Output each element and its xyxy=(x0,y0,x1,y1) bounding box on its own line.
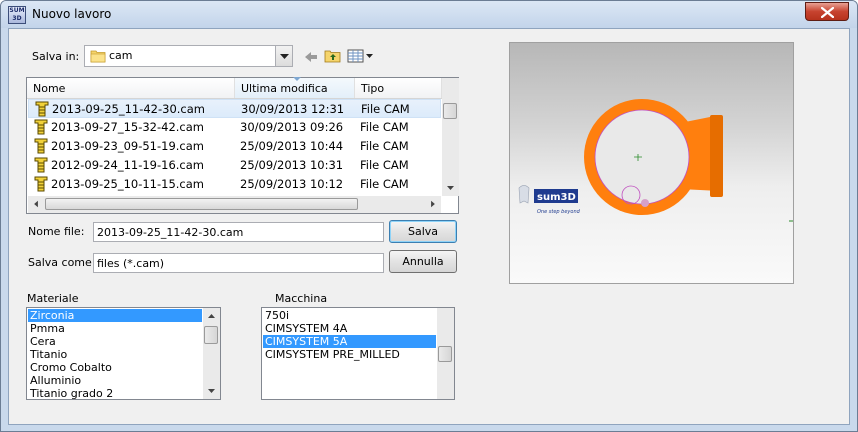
macchina-scrollbar[interactable] xyxy=(437,308,454,399)
materiale-item[interactable]: Cromo Cobalto xyxy=(28,361,202,374)
save-button[interactable]: Salva xyxy=(389,220,457,243)
cam-file-icon xyxy=(35,101,49,117)
file-row[interactable]: 2012-09-24_11-19-16.cam 25/09/2013 10:31… xyxy=(28,156,441,175)
horizontal-scrollbar-thumb[interactable] xyxy=(45,198,358,210)
dialog-window: SUM 3D Nuovo lavoro Salva in: cam Nome U… xyxy=(0,0,858,432)
column-header-nome[interactable]: Nome xyxy=(27,78,235,98)
view-menu-icon[interactable] xyxy=(347,47,375,65)
app-icon-text: SUM 3D xyxy=(9,7,25,22)
save-as-label: Salva come: xyxy=(28,256,96,269)
folder-up-icon[interactable] xyxy=(324,47,342,65)
save-in-value: cam xyxy=(109,49,133,62)
materiale-label: Materiale xyxy=(27,292,79,305)
column-header-ultima-modifica[interactable]: Ultima modifica xyxy=(235,77,355,98)
scroll-down-arrow-icon[interactable] xyxy=(442,180,459,196)
file-modified-cell: 25/09/2013 10:44 xyxy=(240,139,344,153)
sort-arrow-icon xyxy=(293,77,301,81)
file-name-label: Nome file: xyxy=(28,225,85,238)
scroll-up-arrow-icon[interactable] xyxy=(203,308,220,324)
file-modified-cell: 25/09/2013 10:31 xyxy=(240,158,344,172)
sum3d-logo: sum3D One step beyond xyxy=(518,185,581,215)
cam-file-icon xyxy=(34,176,48,192)
materiale-item[interactable]: Zirconia xyxy=(28,309,202,322)
column-header-tipo[interactable]: Tipo xyxy=(355,78,442,98)
model-preview: sum3D One step beyond xyxy=(509,42,794,284)
file-modified-cell: 30/09/2013 12:31 xyxy=(241,102,345,116)
scrollbar-thumb[interactable] xyxy=(438,346,452,362)
folder-icon xyxy=(90,50,106,63)
scroll-down-arrow-icon[interactable] xyxy=(203,383,220,399)
file-type-cell: File CAM xyxy=(360,139,409,153)
macchina-label: Macchina xyxy=(275,292,328,305)
macchina-item[interactable]: CIMSYSTEM PRE_MILLED xyxy=(263,348,436,361)
materiale-item[interactable]: Titanio xyxy=(28,348,202,361)
chevron-down-icon xyxy=(280,54,289,59)
file-list-vertical-scrollbar[interactable] xyxy=(442,78,459,196)
macchina-listbox[interactable]: 750i CIMSYSTEM 4A CIMSYSTEM 5A CIMSYSTEM… xyxy=(261,307,455,400)
scroll-right-arrow-icon[interactable] xyxy=(424,196,441,212)
file-row[interactable]: 2013-09-27_15-32-42.cam 30/09/2013 09:26… xyxy=(28,118,441,137)
part-3d-render: sum3D One step beyond xyxy=(518,99,793,222)
file-name-input[interactable]: 2013-09-25_11-42-30.cam xyxy=(93,222,384,242)
materiale-listbox[interactable]: Zirconia Pmma Cera Titanio Cromo Cobalto… xyxy=(26,307,221,400)
save-in-label: Salva in: xyxy=(32,50,80,63)
file-name-cell: 2013-09-27_15-32-42.cam xyxy=(51,120,205,134)
scrollbar-thumb[interactable] xyxy=(443,103,457,119)
file-list-header: Nome Ultima modifica Tipo xyxy=(27,77,442,99)
preview-logo-text: sum3D xyxy=(537,192,576,203)
cam-file-icon xyxy=(34,119,48,135)
file-list-horizontal-scrollbar[interactable] xyxy=(28,196,441,213)
file-type-cell: File CAM xyxy=(360,177,409,191)
back-arrow-icon[interactable] xyxy=(302,48,320,66)
save-in-combo[interactable]: cam xyxy=(84,45,293,67)
save-in-dropdown-button[interactable] xyxy=(275,46,292,66)
materiale-item[interactable]: Pmma xyxy=(28,322,202,335)
orange-part-shape xyxy=(584,99,793,222)
file-row[interactable]: 2013-09-25_10-11-15.cam 25/09/2013 10:12… xyxy=(28,175,441,194)
cancel-button[interactable]: Annulla xyxy=(389,250,457,273)
macchina-item[interactable]: CIMSYSTEM 4A xyxy=(263,322,436,335)
file-type-cell: File CAM xyxy=(360,120,409,134)
file-type-cell: File CAM xyxy=(360,158,409,172)
column-header-ultima-modifica-label: Ultima modifica xyxy=(241,82,328,95)
close-button[interactable] xyxy=(805,2,849,21)
materiale-item[interactable]: Cera xyxy=(28,335,202,348)
cam-file-icon xyxy=(34,157,48,173)
save-as-input[interactable]: files (*.cam) xyxy=(93,253,384,273)
materiale-scrollbar[interactable] xyxy=(203,308,220,399)
file-name-cell: 2013-09-25_10-11-15.cam xyxy=(51,177,205,191)
title-bar[interactable]: SUM 3D Nuovo lavoro xyxy=(1,1,857,28)
file-row[interactable]: 2013-09-23_09-51-19.cam 25/09/2013 10:44… xyxy=(28,137,441,156)
scroll-left-arrow-icon[interactable] xyxy=(28,196,45,212)
materiale-item[interactable]: Alluminio xyxy=(28,374,202,387)
dialog-body: Salva in: cam Nome Ultima modifica Tipo … xyxy=(8,28,850,425)
file-modified-cell: 25/09/2013 10:12 xyxy=(240,177,344,191)
file-name-cell: 2013-09-25_11-42-30.cam xyxy=(52,102,206,116)
file-modified-cell: 30/09/2013 09:26 xyxy=(240,120,344,134)
macchina-item[interactable]: 750i xyxy=(263,309,436,322)
file-name-cell: 2012-09-24_11-19-16.cam xyxy=(51,158,205,172)
materiale-item[interactable]: Titanio grado 2 xyxy=(28,387,202,399)
preview-logo-tagline: One step beyond xyxy=(537,209,581,215)
file-row[interactable]: 2013-09-25_11-42-30.cam 30/09/2013 12:31… xyxy=(28,99,441,118)
file-type-cell: File CAM xyxy=(361,102,410,116)
window-title: Nuovo lavoro xyxy=(32,7,112,21)
scrollbar-thumb[interactable] xyxy=(204,326,218,344)
app-icon: SUM 3D xyxy=(8,6,26,24)
cam-file-icon xyxy=(34,138,48,154)
close-icon xyxy=(821,7,834,18)
macchina-item[interactable]: CIMSYSTEM 5A xyxy=(263,335,436,348)
file-name-cell: 2013-09-23_09-51-19.cam xyxy=(51,139,205,153)
file-list[interactable]: Nome Ultima modifica Tipo 2013-09-25_11-… xyxy=(26,77,459,214)
